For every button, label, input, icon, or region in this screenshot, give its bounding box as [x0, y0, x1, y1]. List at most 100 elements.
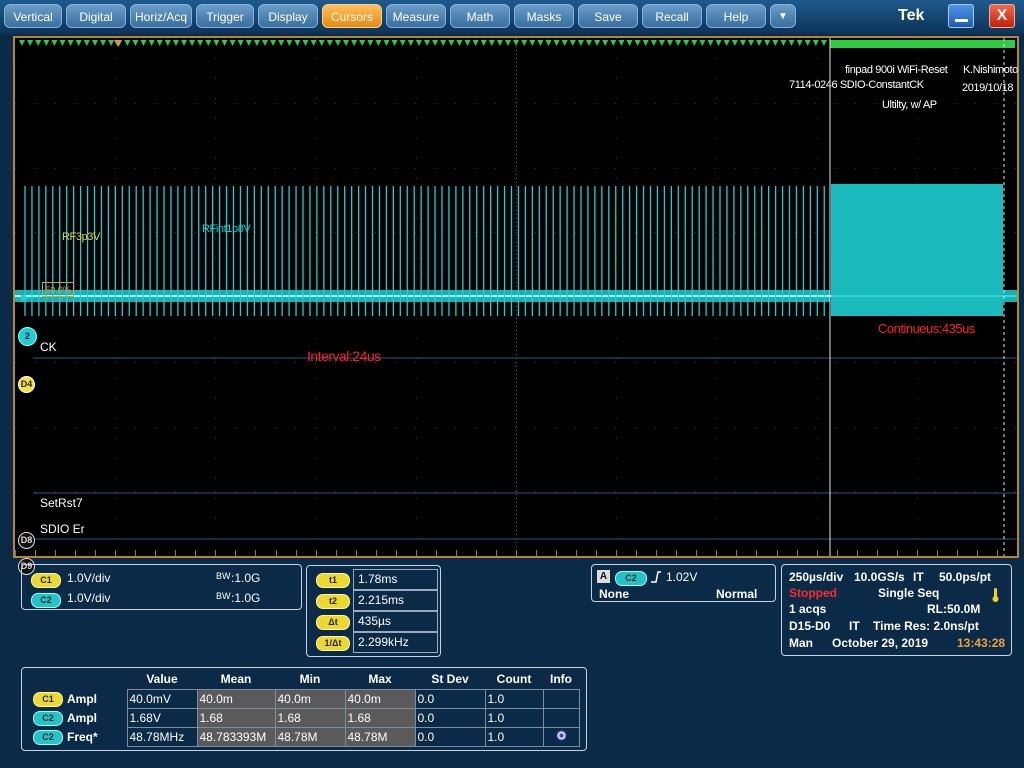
trigger-level: 1.02V	[666, 570, 698, 584]
menu-vertical[interactable]: Vertical	[4, 4, 62, 28]
record-position-markers	[19, 40, 835, 46]
col-mean: Mean	[220, 672, 252, 686]
t2-value: 2.215ms	[353, 590, 438, 611]
row-channel-badge: C2	[33, 711, 63, 726]
acquisition-date: October 29, 2019	[832, 636, 929, 650]
measurements-table: Value Mean Min Max St Dev Count Info C1 …	[25, 669, 580, 747]
acquisition-sequence: Single Seq	[878, 586, 940, 600]
trigger-mode: Normal	[716, 587, 758, 601]
menu-masks[interactable]: Masks	[514, 4, 574, 28]
menu-help[interactable]: Help	[706, 4, 766, 28]
table-row[interactable]: C2 Ampl 1.68V 1.68 1.68 1.68 0.0 1.0	[25, 708, 580, 728]
row-measure-name: Ampl	[67, 711, 97, 725]
trigger-source-badge: C2	[615, 571, 647, 586]
annotation-author: K.Nishimoto	[963, 64, 1018, 76]
cell-min: 48.78M	[274, 727, 346, 747]
trigger-panel[interactable]: A C2 1.02V None Normal	[591, 564, 776, 602]
cell-value: 48.78MHz	[126, 727, 198, 747]
waveform-display[interactable]: finpad 900i WiFi-Reset K.Nishimoto 7114-…	[13, 36, 1019, 575]
trigger-a-badge: A	[597, 570, 610, 583]
cell-min: 40.0m	[274, 689, 346, 709]
it-mode-2: IT	[849, 619, 860, 633]
acquisition-panel[interactable]: 250µs/div 10.0GS/s IT 50.0ps/pt Stopped …	[781, 564, 1012, 656]
cursor-readout-panel[interactable]: t1 1.78ms t2 2.215ms Δt 435µs 1/Δt 2.299…	[306, 565, 441, 657]
delta-t-badge: Δt	[316, 615, 350, 630]
row-measure-name: Freq*	[67, 730, 98, 744]
d4-label: CK	[40, 340, 57, 354]
trigger-level-marker[interactable]: 50.0%	[42, 282, 74, 297]
rising-edge-icon	[651, 571, 661, 583]
c2-badge[interactable]: C2	[31, 593, 61, 608]
cell-value: 1.68V	[126, 708, 198, 728]
c1-badge[interactable]: C1	[31, 573, 61, 588]
row-channel-badge: C1	[33, 692, 63, 707]
record-length: RL:50.0M	[927, 602, 981, 616]
menu-measure[interactable]: Measure	[386, 4, 446, 28]
minimize-button[interactable]	[948, 4, 974, 28]
trigger-coupling: None	[599, 587, 629, 601]
zoom-region-marker	[830, 40, 1015, 48]
annotation-title-2: 7114-0246 SDIO-ConstantCK	[789, 79, 924, 91]
thermometer-icon	[992, 588, 999, 602]
ch2-badge[interactable]: 2	[18, 327, 37, 346]
t1-badge: t1	[316, 573, 350, 588]
table-row[interactable]: C2 Freq* 48.78MHz 48.783393M 48.78M 48.7…	[25, 727, 580, 747]
row-channel-badge: C2	[33, 730, 63, 745]
d8-badge[interactable]: D8	[18, 532, 35, 549]
vertical-panel[interactable]: C1 1.0V/div BW :1.0G C2 1.0V/div BW :1.0…	[21, 564, 302, 610]
annotation-title-1: finpad 900i WiFi-Reset	[845, 64, 948, 76]
menu-horiz-acq[interactable]: Horiz/Acq	[130, 4, 192, 28]
col-stdev: St Dev	[431, 672, 469, 686]
menu-more-dropdown-icon[interactable]: ▼	[770, 4, 796, 28]
menu-trigger[interactable]: Trigger	[196, 4, 254, 28]
cell-count: 1.0	[484, 708, 544, 728]
note-interval: Interval:24us	[307, 348, 381, 364]
acquisition-state: Stopped	[789, 586, 837, 600]
menu-save[interactable]: Save	[578, 4, 638, 28]
annotation-title-3: Ultilty, w/ AP	[882, 99, 937, 111]
digital-channels: D15-D0	[789, 619, 831, 633]
acquisition-count: 1 acqs	[789, 602, 827, 616]
minimize-icon	[955, 19, 968, 22]
inv-delta-t-badge: 1/Δt	[316, 636, 350, 651]
menu-digital[interactable]: Digital	[66, 4, 126, 28]
t1-value: 1.78ms	[353, 569, 438, 590]
it-mode: IT	[913, 570, 924, 584]
cell-count: 1.0	[484, 727, 544, 747]
c1-bw-label: BW	[216, 571, 231, 581]
cell-mean: 48.783393M	[196, 727, 276, 747]
label-rf3p3v: RF3p3V	[62, 231, 100, 243]
cell-max: 48.78M	[344, 727, 416, 747]
close-button[interactable]: X	[989, 4, 1015, 28]
trigger-position-icon[interactable]	[114, 40, 122, 47]
menu-recall[interactable]: Recall	[642, 4, 702, 28]
row-measure-name: Ampl	[67, 692, 97, 706]
d4-badge[interactable]: D4	[18, 376, 35, 393]
menu-display[interactable]: Display	[258, 4, 318, 28]
table-row[interactable]: C1 Ampl 40.0mV 40.0m 40.0m 40.0m 0.0 1.0	[25, 689, 580, 709]
time-per-div: 250µs/div	[789, 570, 844, 584]
info-icon[interactable]	[556, 730, 567, 741]
cell-stdev: 0.0	[414, 708, 486, 728]
c1-scale: 1.0V/div	[67, 571, 111, 585]
sample-rate: 10.0GS/s	[854, 570, 905, 584]
d9-label: SDIO Er	[40, 522, 85, 536]
cell-stdev: 0.0	[414, 689, 486, 709]
cell-max: 40.0m	[344, 689, 416, 709]
menu-cursors[interactable]: Cursors	[322, 4, 382, 28]
c2-scale: 1.0V/div	[67, 591, 111, 605]
menu-math[interactable]: Math	[450, 4, 510, 28]
waveform-canvas[interactable]	[15, 38, 1017, 556]
cell-info	[542, 689, 580, 709]
d8-label: SetRst7	[40, 496, 83, 510]
cell-max: 1.68	[344, 708, 416, 728]
cell-mean: 1.68	[196, 708, 276, 728]
c1-bandwidth: :1.0G	[231, 571, 261, 585]
cell-min: 1.68	[274, 708, 346, 728]
delta-t-value: 435µs	[353, 611, 438, 632]
cell-info	[542, 708, 580, 728]
inv-delta-t-value: 2.299kHz	[353, 632, 438, 653]
note-continuous: Continueus:435us	[878, 321, 975, 336]
acquisition-time: 13:43:28	[957, 636, 1006, 650]
digital-traces	[33, 357, 1017, 540]
